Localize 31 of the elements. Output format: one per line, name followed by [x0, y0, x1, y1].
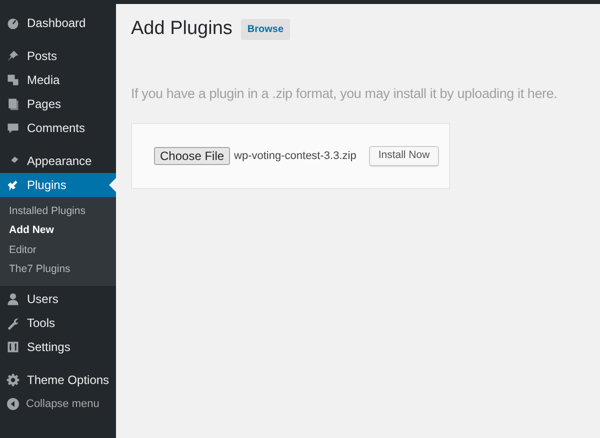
menu-item[interactable]: Pages — [0, 92, 116, 116]
menu-item[interactable]: Appearance — [0, 149, 116, 173]
submenu-item[interactable]: Editor — [0, 241, 116, 260]
submenu-item[interactable]: The7 Plugins — [0, 260, 116, 280]
wrench-icon — [6, 316, 20, 330]
menu-item[interactable]: Theme Options — [0, 368, 116, 392]
collapse-menu-button[interactable]: Collapse menu — [0, 392, 116, 416]
speech-bubble-icon — [6, 121, 20, 135]
menu-item[interactable]: Plugins — [0, 173, 116, 197]
sliders-icon — [6, 340, 20, 354]
install-now-button[interactable]: Install Now — [369, 146, 439, 166]
menu-item[interactable]: Users — [0, 287, 116, 311]
menu-item[interactable]: Tools — [0, 311, 116, 335]
submenu-item[interactable]: Installed Plugins — [0, 202, 116, 222]
menu-item[interactable]: Posts — [0, 44, 116, 68]
upload-description: If you have a plugin in a .zip format, you may install it by uploading it here. — [131, 84, 558, 103]
pin-icon — [6, 49, 20, 63]
menu-item[interactable]: Media — [0, 68, 116, 92]
page-title: Add Plugins — [131, 17, 232, 41]
browse-button[interactable]: Browse — [241, 18, 290, 40]
gauge-icon — [6, 16, 20, 30]
menu-item[interactable]: Dashboard — [0, 11, 116, 35]
person-icon — [6, 292, 20, 306]
menu-item[interactable]: Settings — [0, 335, 116, 359]
pages-icon — [6, 97, 20, 111]
menu-item[interactable]: Comments — [0, 116, 116, 140]
submenu-item[interactable]: Add New — [0, 222, 116, 241]
choose-file-button[interactable]: Choose File — [154, 146, 230, 165]
file-name: wp-voting-contest-3.3.zip — [234, 148, 356, 164]
left-arrow-circle-icon — [7, 398, 19, 410]
gear-icon — [6, 373, 20, 387]
